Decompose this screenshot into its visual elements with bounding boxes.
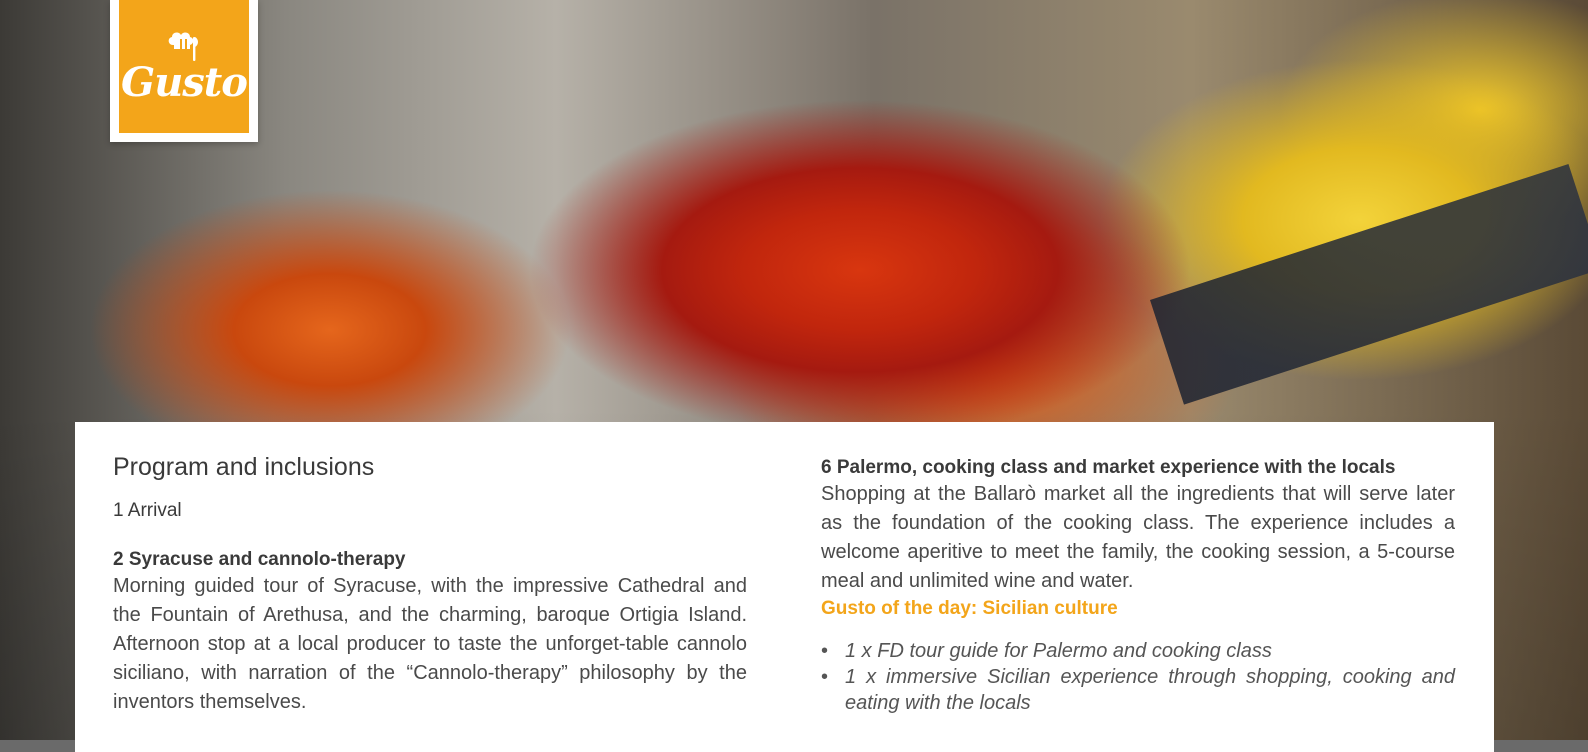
gusto-logo: Gusto xyxy=(110,0,258,142)
program-card: Program and inclusions 1 Arrival 2 Syrac… xyxy=(75,422,1494,752)
day-6-description: Shopping at the Ballarò market all the i… xyxy=(821,483,1455,592)
logo-wordmark: Gusto xyxy=(121,58,248,106)
day-6-title: 6 Palermo, cooking class and market expe… xyxy=(821,457,1396,478)
day-2-description: Morning guided tour of Syracuse, with th… xyxy=(113,575,747,713)
inclusion-item: 1 x immersive Sicilian experience throug… xyxy=(821,664,1455,716)
logo-badge: Gusto xyxy=(119,0,249,133)
program-right-column: 6 Palermo, cooking class and market expe… xyxy=(821,456,1455,716)
day-1-title: 1 Arrival xyxy=(113,500,182,521)
program-left-column: Program and inclusions 1 Arrival 2 Syrac… xyxy=(113,452,747,717)
section-title: Program and inclusions xyxy=(113,453,375,481)
inclusion-item: 1 x FD tour guide for Palermo and cookin… xyxy=(821,638,1455,664)
chef-hat-cutlery-icon xyxy=(168,32,198,61)
day-6-highlight: Gusto of the day: Sicilian culture xyxy=(821,598,1118,619)
day-2-title: 2 Syracuse and cannolo-therapy xyxy=(113,549,406,570)
day-6-inclusions-list: 1 x FD tour guide for Palermo and cookin… xyxy=(821,638,1455,716)
